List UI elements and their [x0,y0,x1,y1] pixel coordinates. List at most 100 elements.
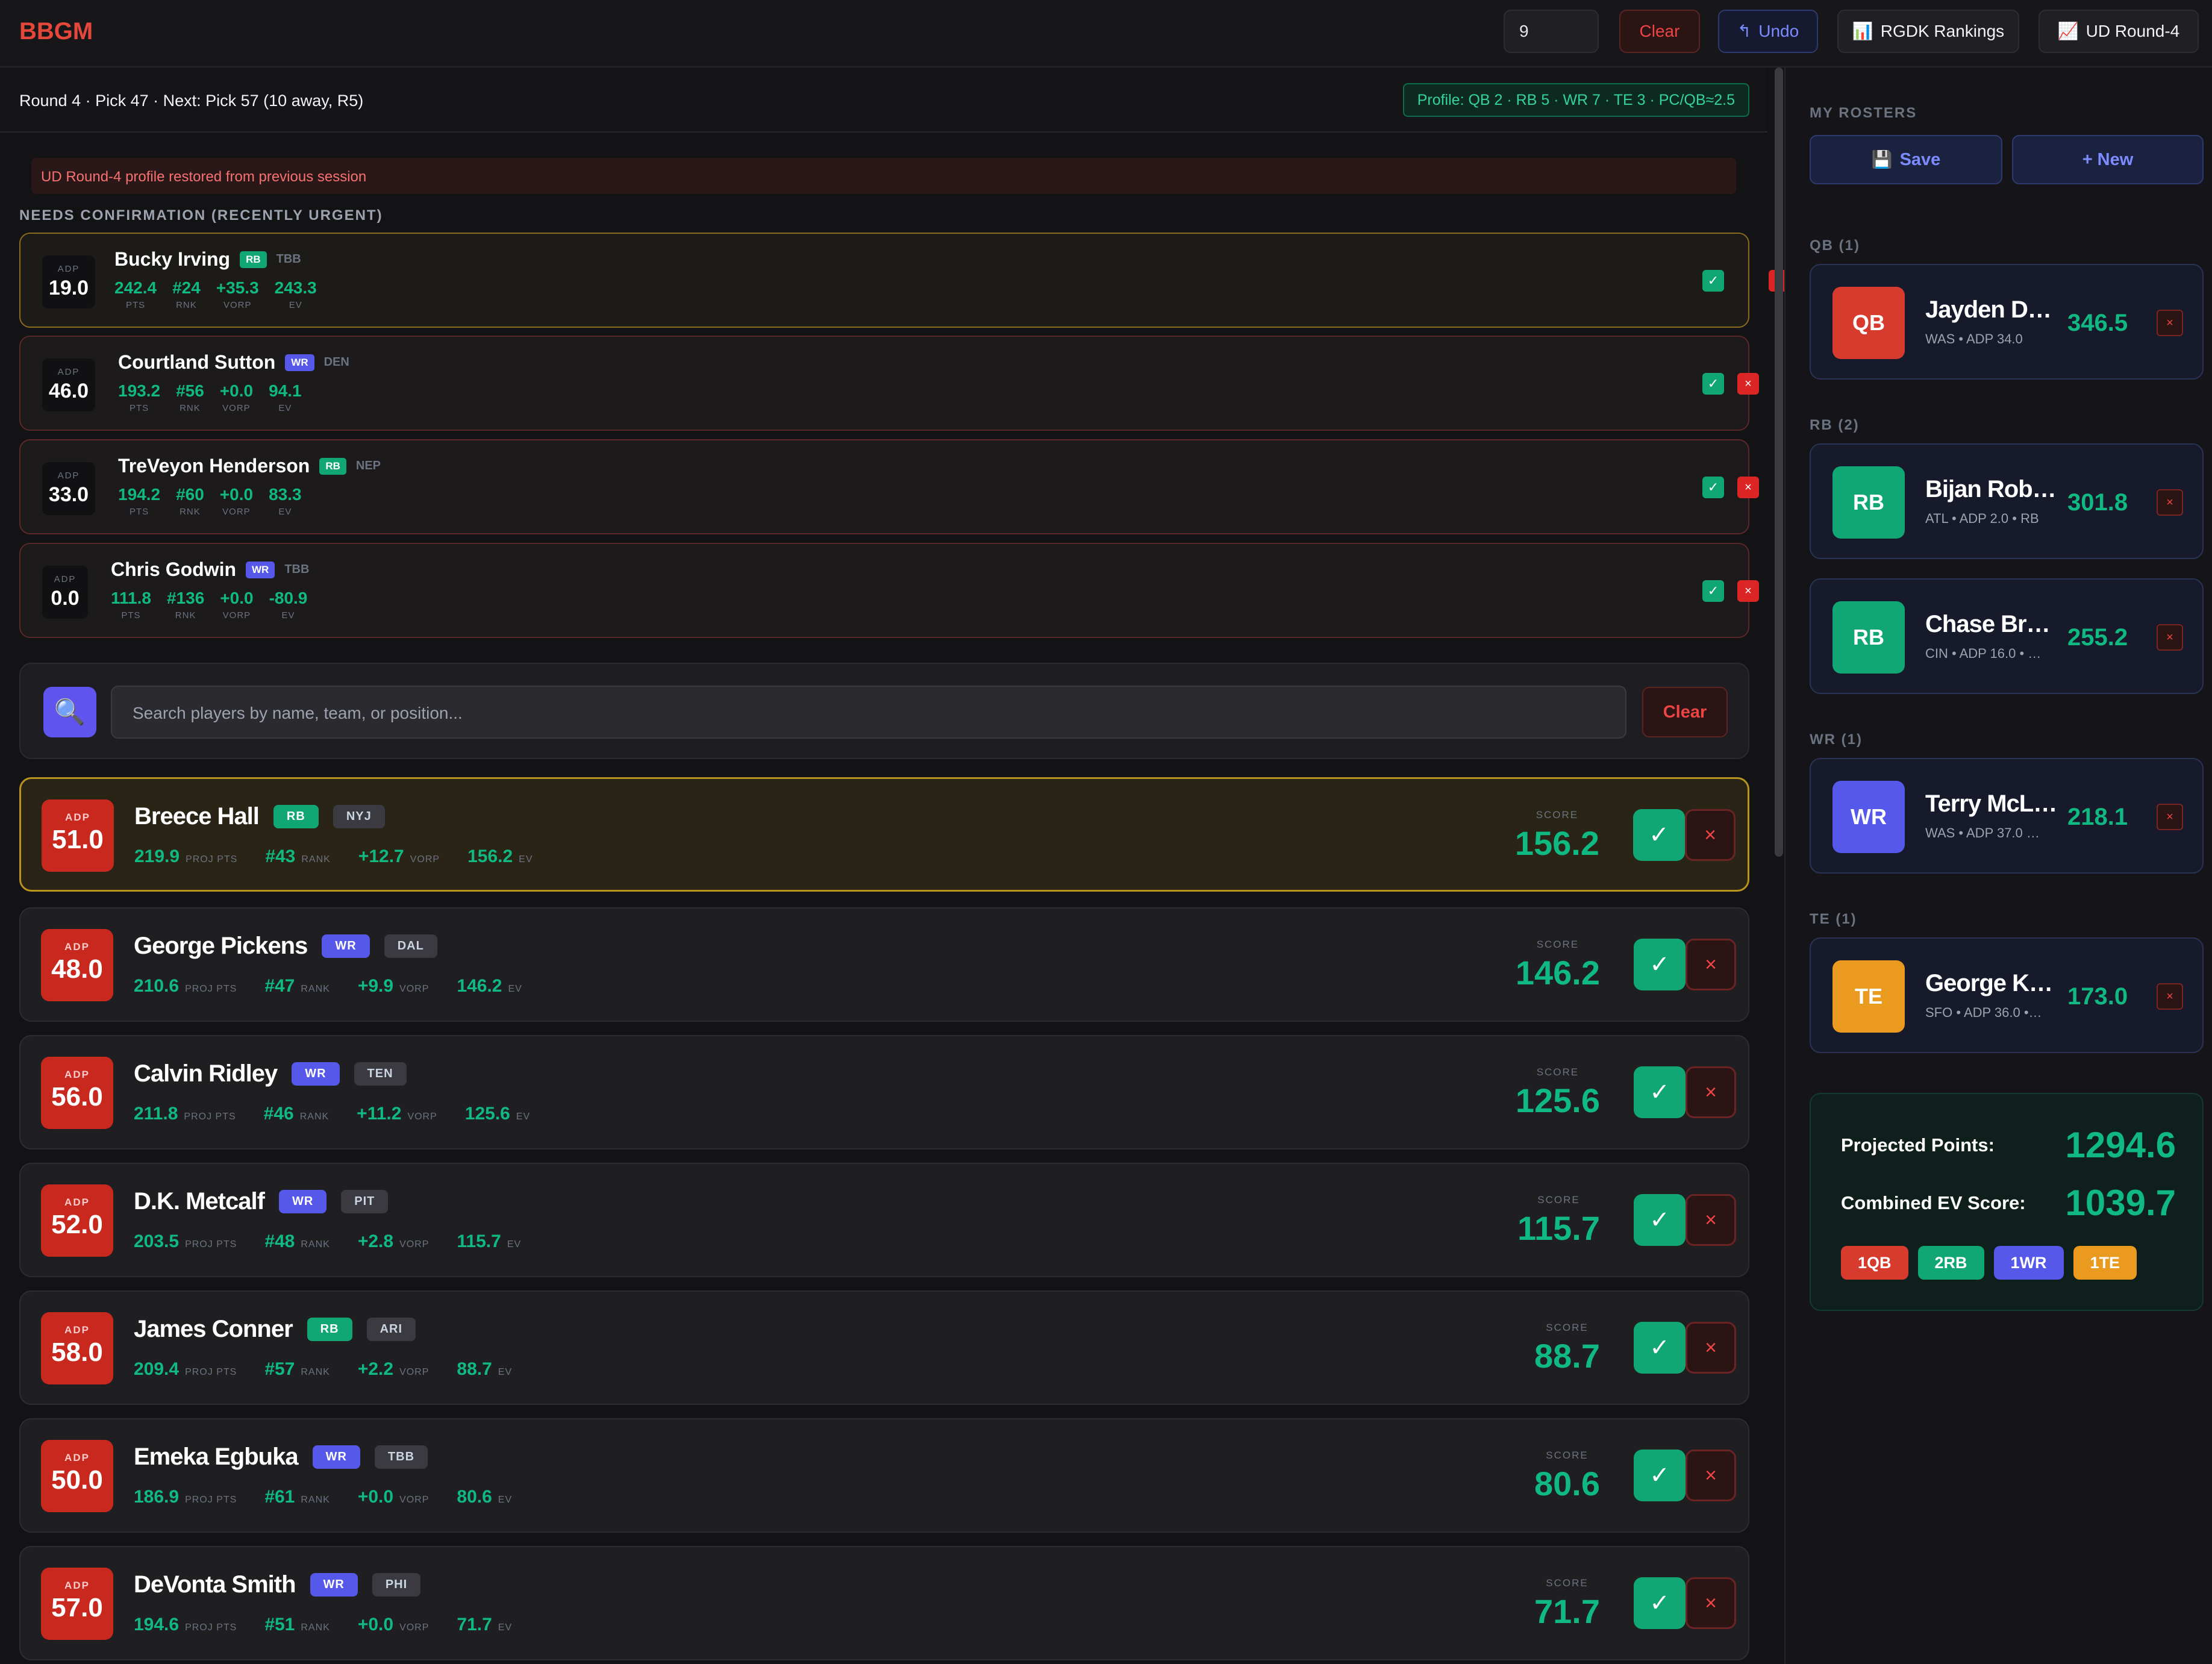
projected-points-row: Projected Points: 1294.6 [1841,1125,2176,1165]
player-score: SCORE 71.7 [1534,1577,1600,1630]
main-scrollbar[interactable] [1775,67,1783,857]
player-name: TreVeyon Henderson RB NEP [118,455,381,477]
draft-check-button[interactable]: ✓ [1633,809,1685,861]
player-stats: 211.8 PROJ PTS #46 RANK +11.2 VORP 125.6 EV [134,1104,531,1124]
round-info: Round 4 · Pick 47 · Next: Pick 57 (10 aw… [19,92,364,110]
player-score: SCORE 146.2 [1515,939,1600,992]
combined-ev-row: Combined EV Score: 1039.7 [1841,1183,2176,1223]
undo-button[interactable]: ↰ Undo [1718,10,1818,53]
adp-badge: ADP 57.0 [41,1568,113,1640]
player-score: SCORE 156.2 [1514,809,1599,862]
roster-player-card[interactable]: WR Terry McLaurin WAS • ADP 37.0 • WR 21… [1810,758,2204,874]
confirm-check-button[interactable]: ✓ [1702,373,1724,395]
floppy-disk-icon: 💾 [1871,150,1893,169]
search-icon[interactable]: 🔍 [43,687,96,737]
remove-button[interactable]: × [1686,1066,1736,1118]
roster-summary: Projected Points: 1294.6 Combined EV Sco… [1810,1093,2204,1311]
confirm-check-button[interactable]: ✓ [1702,270,1724,292]
roster-player-card[interactable]: RB Chase Brown CIN • ADP 16.0 • RB 255.2… [1810,578,2204,694]
adp-box: ADP 46.0 [42,358,95,411]
player-name: Calvin Ridley WR TEN [134,1060,407,1087]
position-badge: WR [310,1573,358,1597]
draft-check-button[interactable]: ✓ [1634,1450,1686,1501]
adp-box: ADP 0.0 [42,566,88,619]
profile-badge[interactable]: Profile: QB 2 · RB 5 · WR 7 · TE 3 · PC/… [1402,83,1749,117]
confirm-card: ADP 0.0 Chris Godwin WR TBB 111.8 PTS #136 RN… [19,543,1759,638]
reject-button[interactable]: × [1737,373,1759,395]
search-input[interactable]: Search players by name, team, or positio… [111,686,1626,739]
adp-box: ADP 33.0 [42,462,95,515]
remove-button[interactable]: × [1686,1577,1736,1629]
new-roster-button[interactable]: + New [2012,135,2204,184]
draft-check-button[interactable]: ✓ [1634,1194,1686,1246]
adp-badge: ADP 51.0 [42,799,114,872]
search-panel: 🔍 Search players by name, team, or posit… [19,663,1749,759]
draft-check-button[interactable]: ✓ [1634,1066,1686,1118]
save-label: Save [1899,149,1941,169]
remove-button[interactable]: × [1686,1450,1736,1501]
confirm-check-button[interactable]: ✓ [1702,477,1724,498]
rosters-sidebar: MY ROSTERS 💾 Save + New QB (1) QB Jayden… [1784,67,2212,1664]
player-card[interactable]: ADP 52.0 D.K. Metcalf WR PIT 203.5 PROJ PTS … [19,1163,1749,1277]
position-badge: RB [307,1318,352,1341]
remove-roster-player-button[interactable]: × [2157,310,2183,336]
player-score: SCORE 125.6 [1515,1066,1600,1119]
group-label-rb: RB (2) [1810,417,1860,433]
player-card[interactable]: ADP 58.0 James Conner RB ARI 209.4 PROJ PTS … [19,1290,1749,1405]
reject-button[interactable]: × [1737,580,1759,602]
undo-label: Undo [1758,22,1799,40]
confirm-card: ADP 46.0 Courtland Sutton WR DEN 193.2 PTS #… [19,336,1759,431]
rgdk-rankings-button[interactable]: 📊 RGDK Rankings [1837,10,2019,53]
chip-qb: 1QB [1841,1246,1908,1280]
remove-roster-player-button[interactable]: × [2157,624,2183,651]
player-stats: 242.4 PTS #24 RNK +35.3 VORP 243.3 EV [114,278,317,310]
roster-player-sub: WAS • ADP 34.0 [1925,331,2023,346]
roster-player-name: Chase Brown [1925,611,2058,637]
team-badge: PHI [372,1573,421,1597]
player-card[interactable]: ADP 48.0 George Pickens WR DAL 210.6 PROJ PT… [19,907,1749,1022]
confirm-check-button[interactable]: ✓ [1702,580,1724,602]
team-badge: TEN [354,1062,407,1086]
draft-check-button[interactable]: ✓ [1634,1322,1686,1374]
player-score: SCORE 115.7 [1517,1194,1600,1247]
player-score: SCORE 88.7 [1534,1322,1600,1375]
undo-icon: ↰ [1737,22,1752,40]
adp-badge: ADP 52.0 [41,1184,113,1257]
roster-player-card[interactable]: RB Bijan Robinson ATL • ADP 2.0 • RB 301… [1810,443,2204,559]
remove-button[interactable]: × [1686,1322,1736,1374]
position-badge: WR [292,1062,340,1086]
remove-button[interactable]: × [1686,1194,1736,1246]
clear-button[interactable]: Clear [1619,10,1700,53]
roster-player-name: Jayden Daniels [1925,296,2058,323]
player-card[interactable]: ADP 50.0 Emeka Egbuka WR TBB 186.9 PROJ PTS … [19,1418,1749,1533]
position-badge: QB [1832,287,1905,359]
player-name: James Conner RB ARI [134,1316,416,1343]
remove-roster-player-button[interactable]: × [2157,804,2183,830]
player-name: Chris Godwin WR TBB [111,558,310,580]
team-label: TBB [284,563,310,576]
adp-badge: ADP 50.0 [41,1440,113,1512]
reject-button[interactable]: × [1737,477,1759,498]
remove-roster-player-button[interactable]: × [2157,489,2183,516]
team-badge: NYJ [333,805,385,828]
confirm-card: ADP 19.0 Bucky Irving RB TBB 242.4 PTS #24 RN… [19,233,1790,328]
draft-check-button[interactable]: ✓ [1634,1577,1686,1629]
player-card[interactable]: ADP 57.0 DeVonta Smith WR PHI 194.6 PROJ PTS… [19,1546,1749,1660]
app-logo: BBGM [19,18,93,45]
pick-number-input[interactable]: 9 [1504,10,1599,53]
draft-check-button[interactable]: ✓ [1634,939,1686,990]
remove-button[interactable]: × [1685,809,1736,861]
team-label: TBB [276,252,301,266]
roster-player-card[interactable]: QB Jayden Daniels WAS • ADP 34.0 346.5 × [1810,264,2204,380]
search-clear-button[interactable]: Clear [1642,687,1728,737]
player-card[interactable]: ADP 56.0 Calvin Ridley WR TEN 211.8 PROJ PTS… [19,1035,1749,1149]
team-label: DEN [323,355,349,369]
player-card[interactable]: ADP 51.0 Breece Hall RB NYJ 219.9 PROJ PTS #… [19,777,1749,892]
roster-player-card[interactable]: TE George Kittle SFO • ADP 36.0 • TE 173… [1810,937,2204,1053]
ud-round-button[interactable]: 📈 UD Round-4 [2039,10,2199,53]
roster-player-name: Terry McLaurin [1925,790,2058,817]
remove-roster-player-button[interactable]: × [2157,983,2183,1010]
save-roster-button[interactable]: 💾 Save [1810,135,2002,184]
group-label-te: TE (1) [1810,911,1857,927]
remove-button[interactable]: × [1686,939,1736,990]
